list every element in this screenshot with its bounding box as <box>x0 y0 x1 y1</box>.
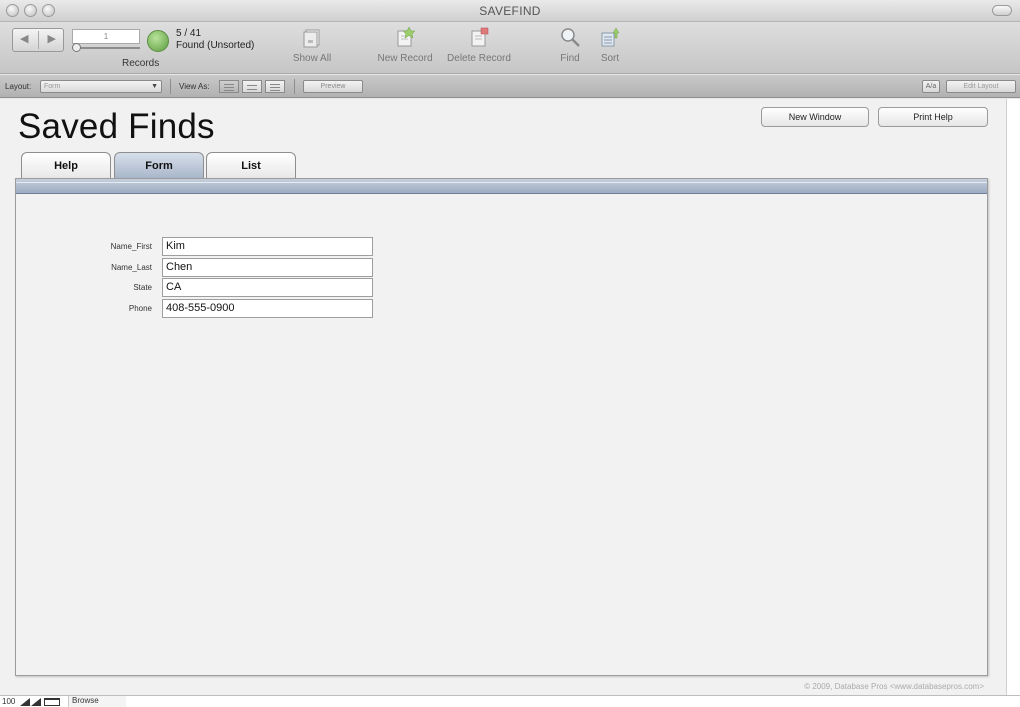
next-record-icon[interactable]: ▶ <box>48 32 56 45</box>
status-bar: 100 Browse <box>0 695 1020 707</box>
mode-popup[interactable]: Browse <box>68 696 126 707</box>
field-row: State CA <box>16 278 987 297</box>
state-field[interactable]: CA <box>162 278 373 297</box>
layout-select-value: Form <box>44 83 61 90</box>
field-label-name-last: Name_Last <box>111 263 152 272</box>
panel-header-band <box>16 179 987 194</box>
view-as-table-button[interactable] <box>265 80 285 93</box>
field-label-phone: Phone <box>128 304 152 313</box>
title-bar: SAVEFIND <box>0 0 1020 22</box>
preview-button[interactable]: Preview <box>303 80 363 93</box>
sort-icon <box>601 27 620 47</box>
find-label: Find <box>560 53 580 64</box>
name-last-field[interactable]: Chen <box>162 258 373 277</box>
new-record-icon <box>397 26 416 47</box>
book-divider <box>38 31 39 49</box>
records-label: Records <box>122 58 160 69</box>
window-title: SAVEFIND <box>479 4 541 18</box>
zoom-out-icon[interactable] <box>20 698 30 706</box>
view-as-form-button[interactable] <box>219 80 239 93</box>
view-as-label: View As: <box>179 82 210 91</box>
toolbar-separator <box>294 79 295 94</box>
copyright-text: © 2009, Database Pros <www.databasepros.… <box>804 682 984 691</box>
text-format-button[interactable]: A/a <box>922 80 940 93</box>
magnifier-icon <box>561 28 580 47</box>
found-set-pie-icon <box>147 30 169 52</box>
layout-bar: Layout: Form ▼ View As: Preview A/a Edit… <box>0 75 1020 98</box>
previous-record-icon[interactable]: ◀ <box>20 32 28 45</box>
field-row: Phone 408-555-0900 <box>16 299 987 318</box>
field-label-state: State <box>133 283 152 292</box>
sort-button[interactable]: Sort <box>594 26 626 64</box>
tab-help[interactable]: Help <box>21 152 111 178</box>
toggle-status-toolbar-icon[interactable] <box>44 698 60 706</box>
layout-content-area: Saved Finds New Window Print Help Help F… <box>0 99 1006 695</box>
field-label-name-first: Name_First <box>110 242 152 251</box>
found-count: 5 / 41 <box>176 28 202 39</box>
show-all-label: Show All <box>292 53 332 64</box>
edit-layout-button[interactable]: Edit Layout <box>946 80 1016 93</box>
delete-record-button[interactable]: Delete Record <box>441 26 517 64</box>
record-navigation-book[interactable]: ◀ ▶ <box>12 28 64 52</box>
phone-field[interactable]: 408-555-0900 <box>162 299 373 318</box>
show-all-button[interactable]: Show All <box>288 26 336 64</box>
name-first-field[interactable]: Kim <box>162 237 373 256</box>
new-window-button[interactable]: New Window <box>761 107 869 127</box>
view-as-list-button[interactable] <box>242 80 262 93</box>
delete-record-label: Delete Record <box>447 53 511 64</box>
zoom-in-icon[interactable] <box>31 698 41 706</box>
found-status: Found (Unsorted) <box>176 40 255 51</box>
show-all-icon <box>303 29 320 48</box>
toolbar-toggle-button[interactable] <box>992 5 1012 16</box>
field-row: Name_First Kim <box>16 237 987 256</box>
field-row: Name_Last Chen <box>16 258 987 277</box>
sort-label: Sort <box>600 53 620 64</box>
page-title: Saved Finds <box>18 107 215 146</box>
toolbar-separator <box>170 79 171 94</box>
tab-form[interactable]: Form <box>114 152 204 178</box>
record-slider-track[interactable] <box>72 47 140 49</box>
layout-label: Layout: <box>5 82 32 91</box>
layout-select[interactable]: Form ▼ <box>40 80 162 93</box>
print-help-button[interactable]: Print Help <box>878 107 988 127</box>
vertical-scrollbar[interactable] <box>1006 99 1020 695</box>
zoom-level[interactable]: 100 <box>2 697 15 706</box>
form-panel: Name_First Kim Name_Last Chen State CA P… <box>15 178 988 676</box>
status-toolbar: ◀ ▶ 1 5 / 41 Found (Unsorted) Records Sh… <box>0 22 1020 74</box>
current-record-input[interactable]: 1 <box>72 29 140 44</box>
chevron-down-icon: ▼ <box>151 83 158 90</box>
tab-list[interactable]: List <box>206 152 296 178</box>
delete-record-icon <box>471 27 489 47</box>
find-button[interactable]: Find <box>554 26 586 64</box>
filemaker-window: SAVEFIND ◀ ▶ 1 5 / 41 Found (Unsorted) R… <box>0 0 1020 707</box>
new-record-label: New Record <box>377 53 433 64</box>
new-record-button[interactable]: New Record <box>372 26 438 64</box>
record-slider-knob[interactable] <box>72 43 81 52</box>
